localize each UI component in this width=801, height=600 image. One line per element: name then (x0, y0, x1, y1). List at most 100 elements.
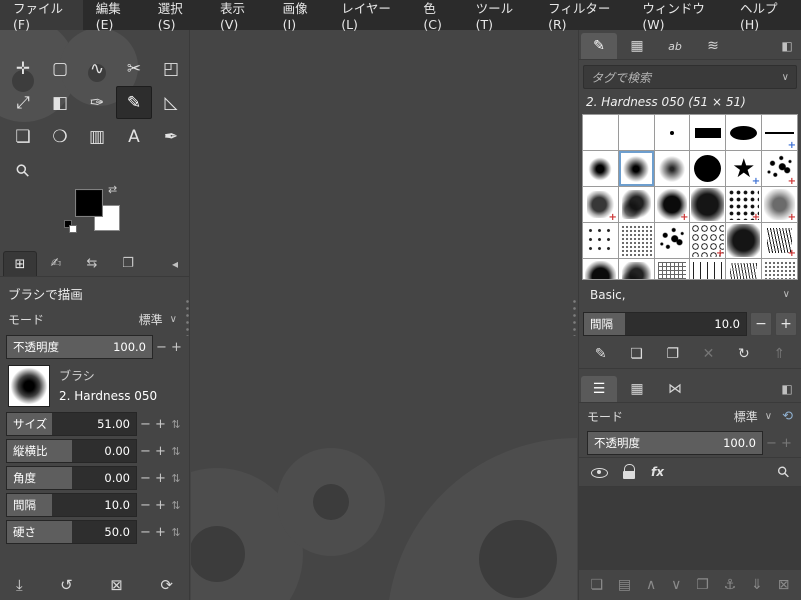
hardness-link-icon[interactable]: ⇅ (169, 526, 183, 539)
size-decrement-button[interactable]: − (139, 417, 152, 432)
ink-tool[interactable]: ✒ (153, 120, 189, 153)
brush-spacing-increment-button[interactable]: + (775, 312, 797, 336)
brush-item[interactable] (690, 115, 726, 150)
menu-item-6[interactable]: 色(C) (410, 0, 462, 32)
brush-spacing-slider[interactable]: 間隔 10.0 (583, 312, 747, 336)
brush-item[interactable] (618, 259, 654, 279)
spacing-increment-button[interactable]: + (154, 498, 167, 513)
aspect-link-icon[interactable]: ⇅ (169, 445, 183, 458)
brush-item[interactable]: + (762, 187, 797, 222)
anchor-layer-icon[interactable]: ⚓ (724, 577, 737, 593)
visibility-eye-icon[interactable] (591, 464, 608, 480)
spacing-link-icon[interactable]: ⇅ (169, 499, 183, 512)
text-tool[interactable]: A (116, 120, 152, 153)
dock-menu-button[interactable]: ◧ (775, 33, 799, 59)
angle-link-icon[interactable]: ⇅ (169, 472, 183, 485)
layer-opacity-slider[interactable]: 不透明度 100.0 (587, 431, 763, 455)
tab-undo-history[interactable]: ⇆ (75, 251, 109, 276)
brush-item[interactable] (690, 259, 726, 279)
opacity-decrement-button[interactable]: − (155, 340, 168, 355)
brush-item[interactable]: + (762, 151, 797, 186)
brush-category-select[interactable]: Basic, ∨ (583, 283, 797, 306)
brush-item[interactable] (618, 223, 654, 258)
brush-item[interactable] (690, 151, 726, 186)
paintbrush-tool[interactable]: ✎ (116, 86, 152, 119)
save-tool-options-icon[interactable]: ⤓ (16, 576, 23, 594)
aspect-decrement-button[interactable]: − (139, 444, 152, 459)
brush-item[interactable] (726, 259, 762, 279)
layers-list[interactable] (579, 487, 801, 570)
panel-resize-handle[interactable] (572, 298, 577, 336)
open-brush-location-icon[interactable]: ⇑ (773, 346, 785, 362)
scissors-select-tool[interactable]: ✂ (116, 52, 152, 85)
unified-transform-tool[interactable]: ⤢ (5, 86, 41, 119)
new-group-icon[interactable]: ▤ (618, 577, 631, 593)
eraser-tool[interactable]: ◺ (153, 86, 189, 119)
opacity-increment-button[interactable]: + (170, 340, 183, 355)
layer-effects-icon[interactable]: fx (651, 465, 664, 479)
merge-layer-icon[interactable]: ⇓ (751, 577, 763, 593)
dock-menu-button[interactable]: ◂ (164, 251, 186, 276)
tag-search-combo[interactable]: タグで検索 ∨ (583, 65, 797, 89)
raise-layer-icon[interactable]: ∧ (646, 577, 656, 593)
search-icon[interactable]: ⚲ (773, 462, 794, 483)
size-slider[interactable]: サイズ 51.00 (6, 412, 137, 436)
crop-tool[interactable]: ◰ (153, 52, 189, 85)
menu-item-7[interactable]: ツール(T) (463, 0, 535, 32)
gradient-tool[interactable]: ▥ (79, 120, 115, 153)
clone-tool[interactable]: ❏ (5, 120, 41, 153)
brush-item[interactable] (654, 259, 690, 279)
brush-item[interactable] (618, 187, 654, 222)
brush-item[interactable] (618, 115, 654, 150)
opacity-slider[interactable]: 不透明度 100.0 (6, 335, 153, 359)
paint-mode-select[interactable]: 標準 ∨ (50, 308, 181, 330)
brush-item[interactable] (654, 223, 690, 258)
brush-item[interactable]: + (654, 187, 690, 222)
brush-item[interactable] (654, 151, 690, 186)
angle-decrement-button[interactable]: − (139, 471, 152, 486)
brush-item[interactable] (762, 259, 797, 279)
menu-item-1[interactable]: 編集(E) (83, 0, 145, 32)
airbrush-tool[interactable]: ✑ (79, 86, 115, 119)
lower-layer-icon[interactable]: ∨ (671, 577, 681, 593)
brush-item[interactable]: + (726, 187, 762, 222)
duplicate-layer-icon[interactable]: ❐ (696, 577, 709, 593)
duplicate-brush-icon[interactable]: ❐ (666, 346, 679, 362)
active-brush-thumbnail[interactable] (8, 365, 50, 407)
hardness-decrement-button[interactable]: − (139, 525, 152, 540)
brush-spacing-decrement-button[interactable]: − (750, 312, 772, 336)
new-brush-icon[interactable]: ❏ (630, 346, 643, 362)
brush-item[interactable] (583, 223, 618, 258)
foreground-color-swatch[interactable] (76, 190, 102, 216)
menu-item-8[interactable]: フィルター(R) (535, 0, 629, 32)
zoom-tool[interactable]: ⚲ (5, 154, 41, 187)
brush-item[interactable] (583, 259, 618, 279)
brush-item[interactable] (583, 151, 618, 186)
dock-menu-button[interactable]: ◧ (775, 376, 799, 402)
tab-paths[interactable]: ⋈ (657, 376, 693, 402)
menu-item-5[interactable]: レイヤー(L) (328, 0, 410, 32)
layer-opacity-increment-button[interactable]: + (780, 436, 793, 451)
delete-tool-options-icon[interactable]: ⊠ (110, 576, 123, 594)
brush-item[interactable] (583, 115, 618, 150)
tab-tool-options[interactable]: ⊞ (3, 251, 37, 276)
tab-patterns[interactable]: ▦ (619, 33, 655, 59)
brush-item[interactable] (618, 151, 654, 186)
menu-item-2[interactable]: 選択(S) (145, 0, 207, 32)
restore-tool-options-icon[interactable]: ↺ (60, 576, 73, 594)
layer-mode-select[interactable]: 標準 ∨ (730, 405, 776, 427)
tab-brushes[interactable]: ✎ (581, 33, 617, 59)
reset-tool-options-icon[interactable]: ⟳ (160, 576, 173, 594)
brush-item[interactable]: + (726, 151, 762, 186)
free-select-tool[interactable]: ∿ (79, 52, 115, 85)
menu-item-0[interactable]: ファイル(F) (0, 0, 83, 32)
rectangle-select-tool[interactable]: ▢ (42, 52, 78, 85)
swap-colors-icon[interactable]: ⇄ (108, 183, 117, 196)
canvas-area[interactable] (191, 30, 577, 600)
blend-space-icon[interactable]: ⟲ (782, 409, 793, 424)
tab-gradients[interactable]: ≋ (695, 33, 731, 59)
size-increment-button[interactable]: + (154, 417, 167, 432)
move-tool[interactable]: ✛ (5, 52, 41, 85)
aspect-increment-button[interactable]: + (154, 444, 167, 459)
angle-slider[interactable]: 角度 0.00 (6, 466, 137, 490)
